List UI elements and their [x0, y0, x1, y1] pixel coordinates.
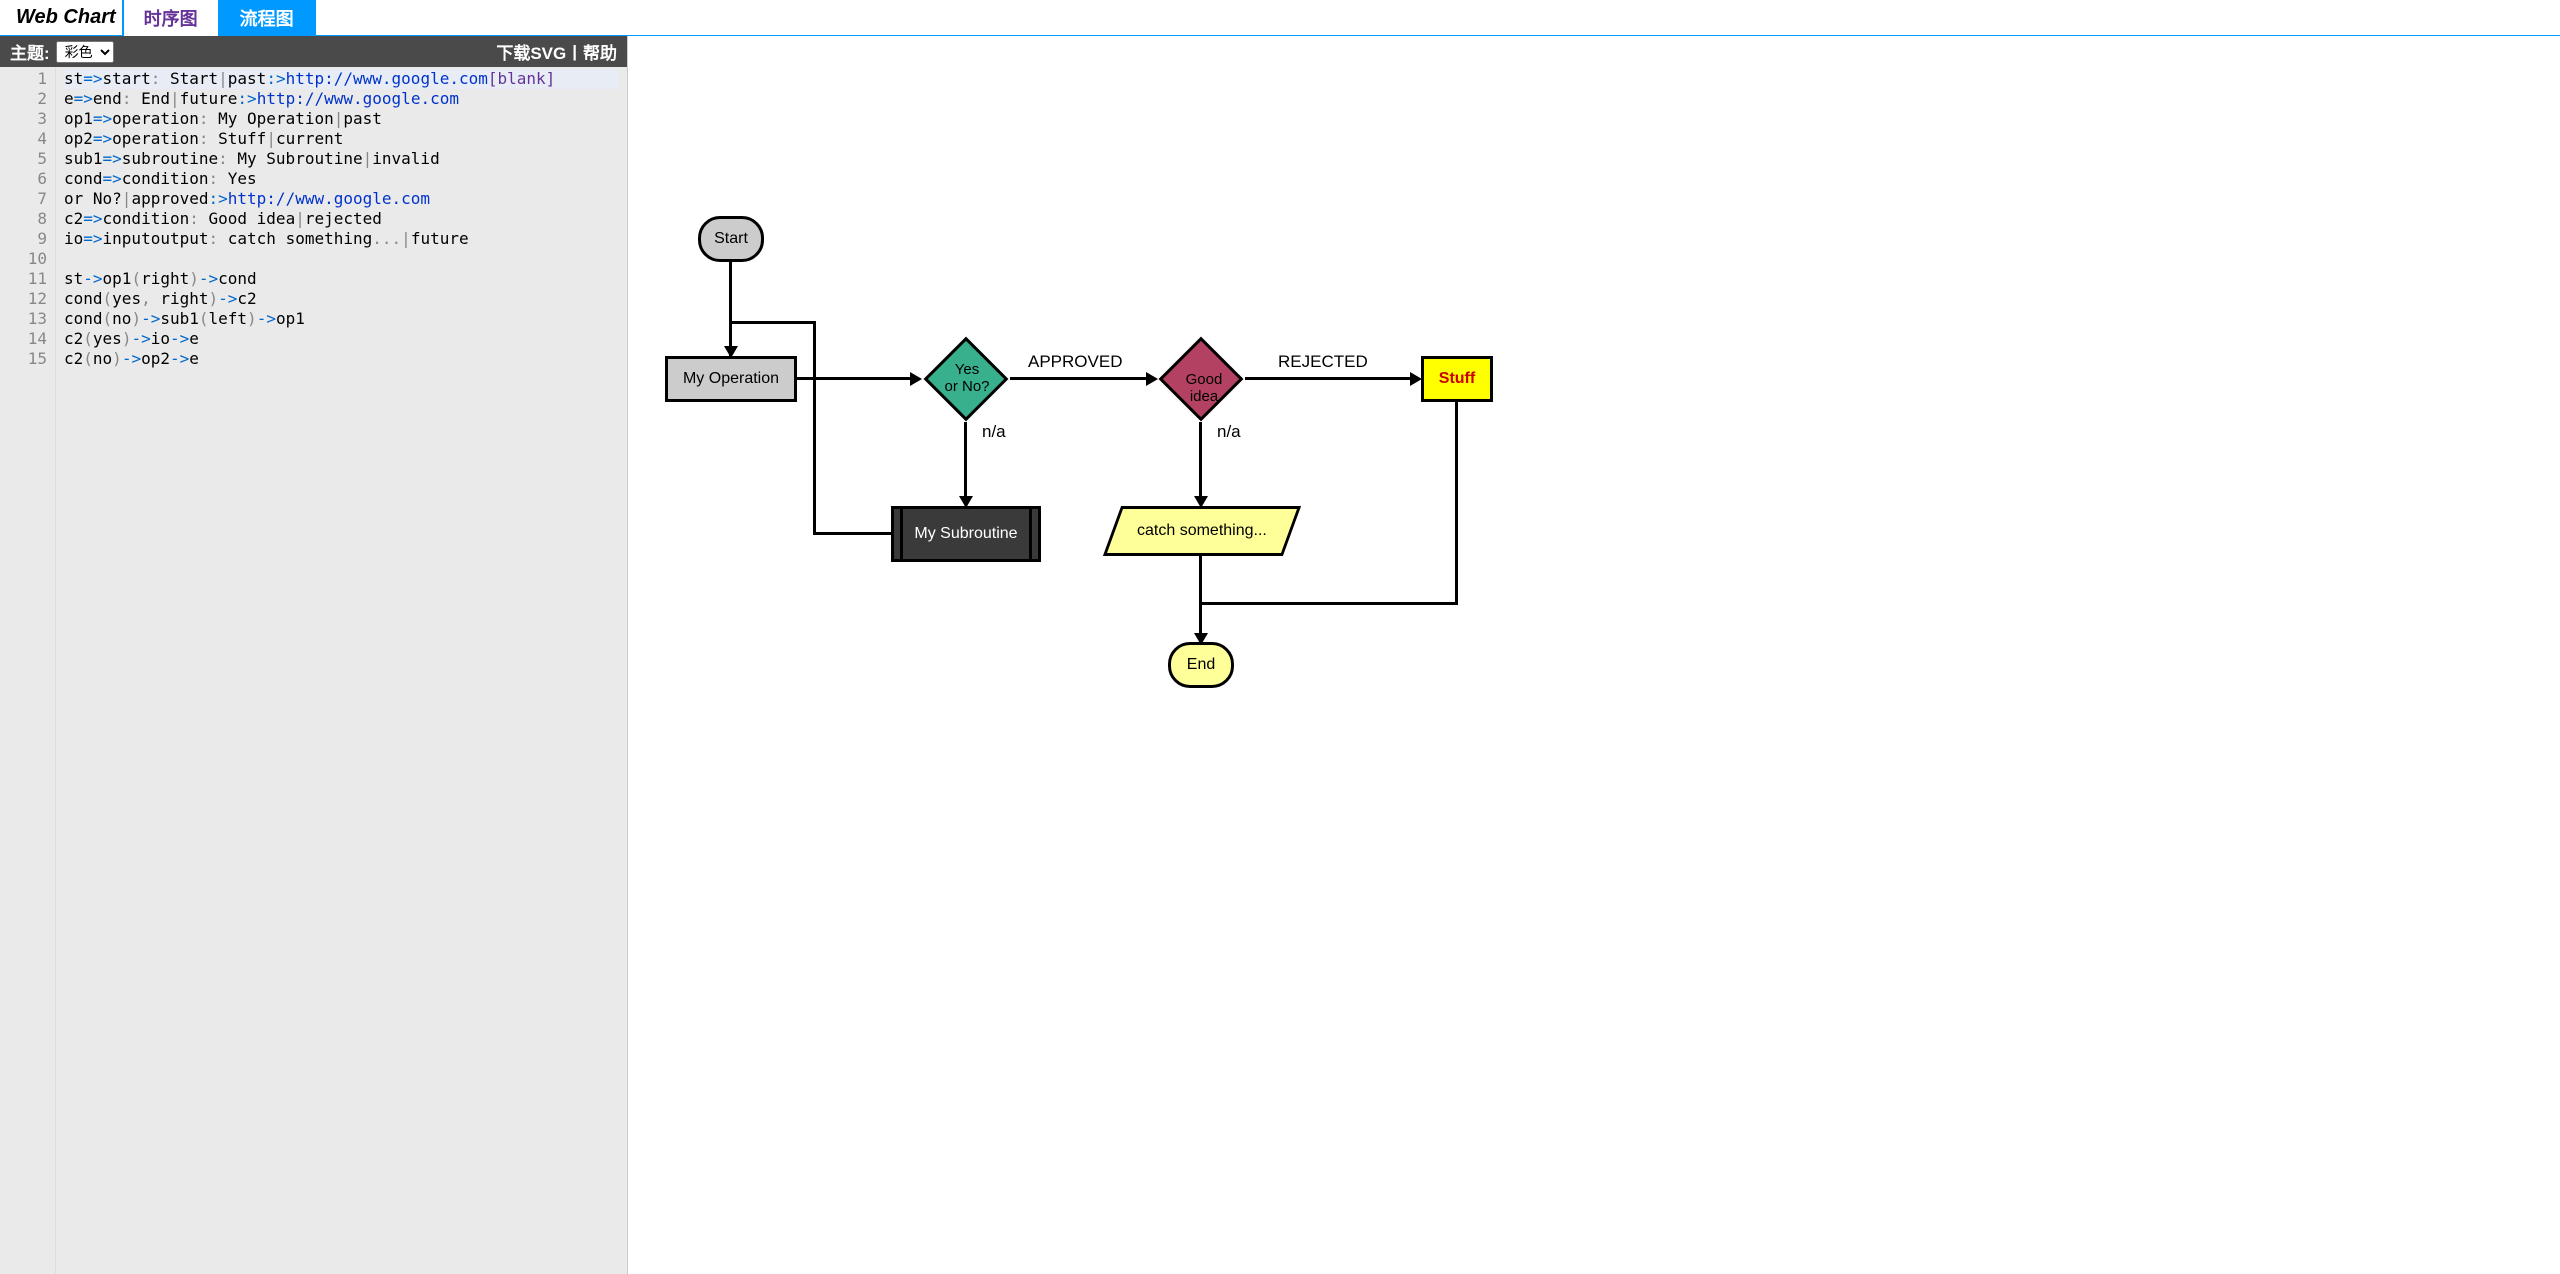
main: 主题: 彩色 下载SVG | 帮助 123456789101112131415 … — [0, 36, 2560, 1274]
flowchart-arrow — [1199, 556, 1202, 641]
gutter-line: 6 — [0, 169, 47, 189]
code-line[interactable]: e=>end: End|future:>http://www.google.co… — [64, 89, 619, 109]
flowchart-arrowhead — [959, 496, 973, 508]
flowchart-io-label: catch something... — [1137, 522, 1267, 540]
code-line[interactable]: cond(yes, right)->c2 — [64, 289, 619, 309]
code-line[interactable]: op2=>operation: Stuff|current — [64, 129, 619, 149]
code-line[interactable]: op1=>operation: My Operation|past — [64, 109, 619, 129]
code-line[interactable]: cond(no)->sub1(left)->op1 — [64, 309, 619, 329]
code-line[interactable]: c2=>condition: Good idea|rejected — [64, 209, 619, 229]
gutter-line: 8 — [0, 209, 47, 229]
tab-sequence[interactable]: 时序图 — [122, 0, 220, 39]
flowchart-node-c2[interactable] — [1159, 337, 1244, 422]
flowchart-arrow — [813, 321, 816, 535]
header: Web Chart 时序图 流程图 — [0, 0, 2560, 36]
code-line[interactable]: or No?|approved:>http://www.google.com — [64, 189, 619, 209]
gutter-line: 11 — [0, 269, 47, 289]
flowchart-sub1-label: My Subroutine — [914, 525, 1017, 543]
flowchart-end-label: End — [1187, 656, 1215, 674]
flowchart-arrow — [1199, 422, 1202, 504]
flowchart-node-sub1[interactable]: My Subroutine — [891, 506, 1041, 562]
flowchart-arrow — [729, 321, 816, 324]
tab-flowchart[interactable]: 流程图 — [218, 0, 316, 39]
toolbar-right: 下载SVG | 帮助 — [496, 39, 617, 64]
flowchart-arrowhead — [724, 346, 738, 358]
code-line[interactable]: sub1=>subroutine: My Subroutine|invalid — [64, 149, 619, 169]
left-panel: 主题: 彩色 下载SVG | 帮助 123456789101112131415 … — [0, 36, 628, 1274]
flowchart-panel: Start My Operation Yes or No? Good idea … — [628, 36, 2560, 1274]
download-svg-link[interactable]: 下载SVG — [496, 39, 566, 64]
flowchart-edge-label-na2: n/a — [1217, 422, 1241, 442]
flowchart-edge-label-na1: n/a — [982, 422, 1006, 442]
flowchart-arrow — [1199, 602, 1458, 605]
flowchart-arrow — [1245, 377, 1417, 380]
gutter-line: 12 — [0, 289, 47, 309]
toolbar-left: 主题: 彩色 — [10, 39, 114, 64]
code-line[interactable]: st=>start: Start|past:>http://www.google… — [64, 69, 619, 89]
flowchart-arrowhead — [1146, 372, 1158, 386]
flowchart-arrow — [964, 422, 967, 504]
gutter-line: 15 — [0, 349, 47, 369]
logo: Web Chart — [16, 6, 116, 29]
code-line[interactable]: io=>inputoutput: catch something...|futu… — [64, 229, 619, 249]
flowchart-node-end[interactable]: End — [1168, 642, 1234, 688]
code-line[interactable]: st->op1(right)->cond — [64, 269, 619, 289]
flowchart-start-label: Start — [714, 230, 748, 248]
flowchart-node-op1[interactable]: My Operation — [665, 356, 797, 402]
flowchart-op1-label: My Operation — [683, 370, 779, 388]
editor-toolbar: 主题: 彩色 下载SVG | 帮助 — [0, 36, 627, 67]
gutter-line: 5 — [0, 149, 47, 169]
gutter-line: 2 — [0, 89, 47, 109]
code-line[interactable]: c2(no)->op2->e — [64, 349, 619, 369]
gutter-line: 3 — [0, 109, 47, 129]
help-link[interactable]: 帮助 — [583, 39, 617, 64]
theme-select[interactable]: 彩色 — [56, 41, 114, 63]
gutter-line: 4 — [0, 129, 47, 149]
flowchart-edge-label-rejected: REJECTED — [1278, 352, 1368, 372]
flowchart-node-cond[interactable] — [924, 337, 1009, 422]
editor-gutter: 123456789101112131415 — [0, 67, 56, 1274]
theme-label: 主题: — [10, 39, 50, 64]
flowchart-arrowhead — [1410, 372, 1422, 386]
gutter-line: 7 — [0, 189, 47, 209]
gutter-line: 10 — [0, 249, 47, 269]
flowchart-arrow — [813, 532, 891, 535]
flowchart-node-op2[interactable]: Stuff — [1421, 356, 1493, 402]
flowchart-node-io[interactable]: catch something... — [1103, 506, 1301, 556]
toolbar-separator: | — [572, 42, 577, 62]
flowchart-arrowhead — [1194, 633, 1208, 645]
flowchart-arrow — [729, 262, 732, 356]
code-line[interactable] — [64, 249, 619, 269]
flowchart-arrow — [1010, 377, 1152, 380]
flowchart-arrowhead — [910, 372, 922, 386]
flowchart-sub1-inner: My Subroutine — [900, 509, 1032, 559]
flowchart-arrowhead — [1194, 496, 1208, 508]
gutter-line: 1 — [0, 69, 47, 89]
gutter-line: 9 — [0, 229, 47, 249]
gutter-line: 14 — [0, 329, 47, 349]
code-line[interactable]: cond=>condition: Yes — [64, 169, 619, 189]
flowchart-arrow — [1455, 402, 1458, 602]
editor-code-area[interactable]: st=>start: Start|past:>http://www.google… — [56, 67, 627, 1274]
gutter-line: 13 — [0, 309, 47, 329]
flowchart-op2-label: Stuff — [1439, 370, 1475, 388]
code-line[interactable]: c2(yes)->io->e — [64, 329, 619, 349]
flowchart-edge-label-approved: APPROVED — [1028, 352, 1122, 372]
flowchart-node-start[interactable]: Start — [698, 216, 764, 262]
code-editor[interactable]: 123456789101112131415 st=>start: Start|p… — [0, 67, 627, 1274]
